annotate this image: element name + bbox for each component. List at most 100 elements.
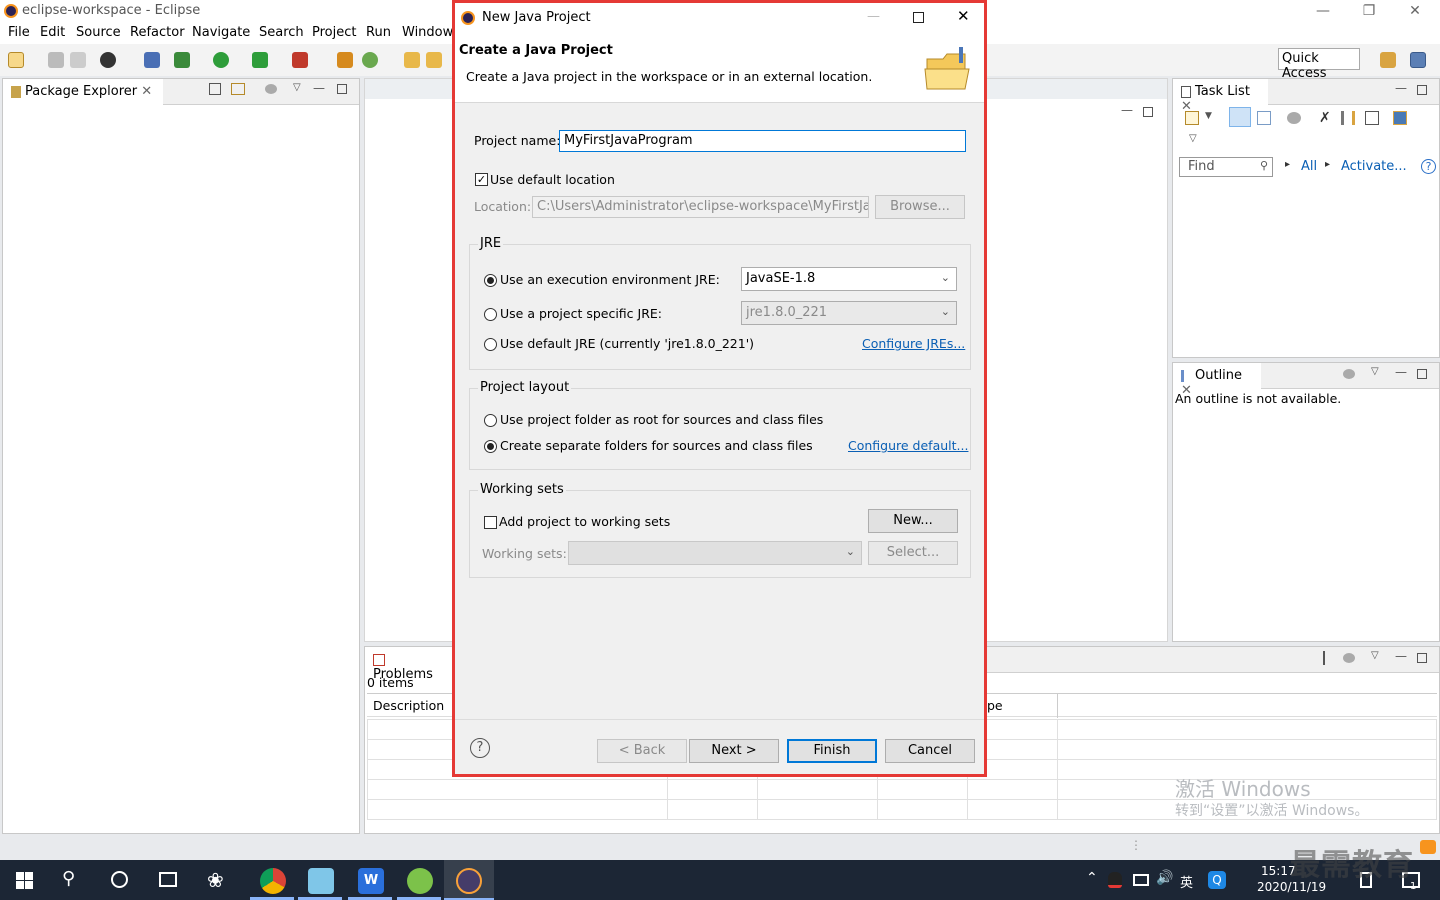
menu-file[interactable]: File (8, 25, 30, 40)
maximize-view-icon[interactable] (337, 84, 347, 94)
menu-project[interactable]: Project (312, 25, 356, 40)
link-editor-icon[interactable] (231, 83, 245, 95)
dialog-minimize-icon[interactable]: — (867, 9, 880, 24)
menu-refactor[interactable]: Refactor (130, 25, 185, 40)
activate-link[interactable]: Activate... (1341, 159, 1407, 174)
browse-button[interactable]: Browse... (875, 195, 965, 219)
select-working-sets-button[interactable]: Select... (868, 541, 958, 565)
finish-button[interactable]: Finish (787, 739, 877, 763)
configure-default-link[interactable]: Configure default... (848, 438, 968, 453)
new-working-set-button[interactable]: New... (868, 509, 958, 533)
help-icon[interactable]: ? (1421, 159, 1436, 174)
restore-button[interactable]: ❐ (1346, 0, 1392, 22)
menu-edit[interactable]: Edit (40, 25, 65, 40)
input-language[interactable]: 英 (1180, 872, 1193, 891)
view-menu-icon[interactable]: ▽ (1189, 133, 1197, 144)
menu-search[interactable]: Search (259, 25, 304, 40)
focus-workweek-icon[interactable] (1287, 112, 1301, 124)
minimize-view-icon[interactable]: — (313, 81, 325, 95)
jre-specific-radio[interactable] (484, 308, 497, 321)
new-icon[interactable] (8, 52, 24, 68)
quick-access-input[interactable]: Quick Access (1278, 48, 1360, 81)
minimize-view-icon[interactable]: — (1395, 81, 1407, 95)
close-tab-icon[interactable]: ✕ (141, 84, 152, 99)
all-link[interactable]: All (1301, 159, 1317, 174)
find-input[interactable]: Find ⚲ (1179, 157, 1273, 177)
volume-icon[interactable]: 🔊 (1156, 870, 1173, 886)
cancel-button[interactable]: Cancel (885, 739, 975, 763)
categorized-icon[interactable] (1229, 107, 1251, 127)
save-all-icon[interactable] (70, 52, 86, 68)
new-task-icon[interactable] (1185, 111, 1199, 125)
coverage-icon[interactable] (252, 52, 268, 68)
chrome-icon[interactable] (260, 868, 286, 894)
java-perspective-icon[interactable] (1410, 52, 1426, 68)
app-pinwheel-icon[interactable]: ❀ (207, 870, 229, 890)
wps-icon[interactable]: W (358, 868, 384, 894)
windows-start-icon[interactable] (16, 872, 33, 889)
profile-icon[interactable] (100, 52, 116, 68)
editor-maximize-icon[interactable] (1143, 107, 1153, 117)
new-java-class-icon[interactable] (362, 52, 378, 68)
editor-minimize-icon[interactable]: — (1121, 103, 1133, 117)
layout-separate-radio[interactable] (484, 440, 497, 453)
minimize-button[interactable]: — (1300, 0, 1346, 22)
use-default-location-checkbox[interactable]: ✓ (475, 173, 488, 186)
network-icon[interactable] (1133, 874, 1149, 886)
app-tray-icon[interactable]: Q (1208, 871, 1226, 889)
col-type[interactable]: pe (987, 698, 1003, 713)
open-folder-icon[interactable] (426, 52, 442, 68)
menu-window[interactable]: Window (402, 25, 453, 40)
scheduled-icon[interactable] (1257, 111, 1271, 125)
menu-run[interactable]: Run (366, 25, 391, 40)
external-tools-icon[interactable] (292, 52, 308, 68)
next-button[interactable]: Next > (689, 739, 779, 763)
save-icon[interactable] (48, 52, 64, 68)
dialog-close-icon[interactable]: ✕ (957, 7, 970, 25)
collapse-all-icon[interactable] (1365, 111, 1379, 125)
qq-icon[interactable] (1108, 872, 1122, 888)
maximize-view-icon[interactable] (1417, 85, 1427, 95)
search-icon[interactable]: ⚲ (62, 868, 75, 889)
task-repositories-icon[interactable] (1393, 111, 1407, 125)
minimize-view-icon[interactable]: — (1395, 649, 1407, 663)
new-java-package-icon[interactable] (337, 52, 353, 68)
focus-icon[interactable] (1343, 653, 1355, 663)
tab-task-list[interactable]: Task List ✕ (1173, 79, 1268, 114)
maximize-view-icon[interactable] (1417, 369, 1427, 379)
tab-problems[interactable]: Problems (365, 647, 455, 682)
add-to-working-sets-checkbox[interactable] (484, 516, 497, 529)
collapse-all-icon[interactable] (209, 83, 221, 95)
app-green-icon[interactable] (407, 868, 433, 894)
notepad-app-icon[interactable] (308, 868, 334, 894)
open-perspective-icon[interactable] (1380, 52, 1396, 68)
new-task-dropdown-icon[interactable]: ▼ (1205, 111, 1212, 121)
configure-jres-link[interactable]: Configure JREs... (862, 336, 965, 351)
view-menu-icon[interactable]: ▽ (293, 82, 301, 93)
project-name-input[interactable]: MyFirstJavaProgram (559, 130, 966, 152)
debug-icon[interactable] (174, 52, 190, 68)
menu-source[interactable]: Source (76, 25, 121, 40)
task-view-icon[interactable] (159, 872, 177, 887)
layout-root-radio[interactable] (484, 414, 497, 427)
view-menu-icon[interactable]: ▽ (1371, 650, 1379, 661)
run-icon[interactable] (213, 52, 229, 68)
jre-specific-select[interactable]: jre1.8.0_221 ⌄ (741, 301, 957, 325)
jre-default-radio[interactable] (484, 338, 497, 351)
tab-package-explorer[interactable]: Package Explorer ✕ (3, 79, 163, 105)
tab-outline[interactable]: Outline ✕ (1173, 363, 1261, 398)
col-description[interactable]: Description (373, 698, 444, 713)
jre-exec-env-select[interactable]: JavaSE-1.8 ⌄ (741, 267, 957, 291)
menu-navigate[interactable]: Navigate (192, 25, 250, 40)
tray-overflow-icon[interactable]: ⌃ (1086, 870, 1098, 886)
view-menu-icon[interactable]: ▽ (1371, 366, 1379, 377)
jre-exec-env-radio[interactable] (484, 274, 497, 287)
focus-icon[interactable] (265, 84, 277, 94)
toolbar-action-icon[interactable] (1309, 651, 1325, 665)
cortana-icon[interactable] (111, 871, 128, 888)
synchronize-icon[interactable] (1341, 111, 1355, 125)
focus-icon[interactable] (1343, 369, 1355, 379)
dialog-maximize-icon[interactable] (913, 12, 924, 23)
close-button[interactable]: ✕ (1392, 0, 1438, 22)
minimize-view-icon[interactable]: — (1395, 365, 1407, 379)
